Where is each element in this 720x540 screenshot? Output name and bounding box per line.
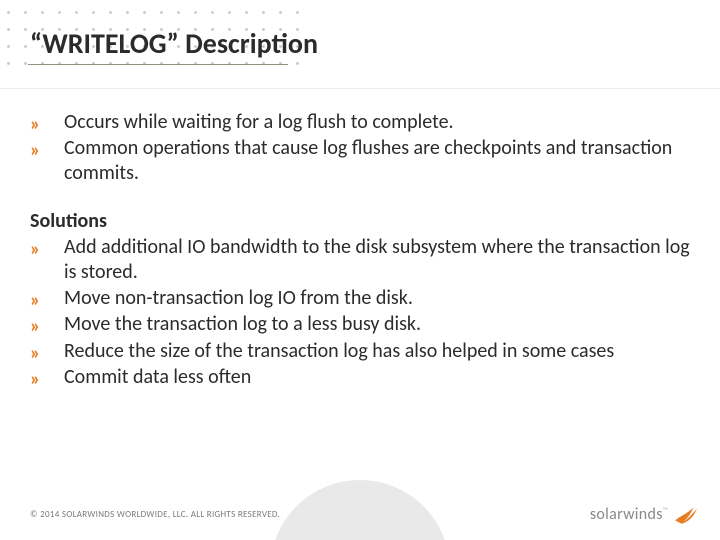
list-item: » Move the transaction log to a less bus… — [30, 312, 690, 336]
list-item-text: Commit data less often — [64, 365, 251, 389]
chevron-icon: » — [30, 238, 50, 258]
list-item: » Move non-transaction log IO from the d… — [30, 286, 690, 310]
list-item: » Occurs while waiting for a log flush t… — [30, 110, 690, 134]
brand-wordmark: solarwinds™ — [590, 505, 668, 524]
chevron-icon: » — [30, 113, 50, 133]
chevron-icon: » — [30, 315, 50, 335]
list-item-text: Add additional IO bandwidth to the disk … — [64, 235, 690, 283]
chevron-icon: » — [30, 139, 50, 159]
flame-icon — [672, 502, 698, 526]
brand-text: solarwinds — [590, 505, 663, 524]
solutions-section: Solutions » Add additional IO bandwidth … — [30, 209, 690, 389]
section-heading: Solutions — [30, 209, 690, 233]
decor-arc — [270, 480, 450, 540]
list-item-text: Move non-transaction log IO from the dis… — [64, 286, 413, 310]
page-title: “WRITELOG” Description — [30, 26, 690, 61]
solutions-list: » Add additional IO bandwidth to the dis… — [30, 235, 690, 389]
brand-logo: solarwinds™ — [590, 502, 698, 526]
chevron-icon: » — [30, 289, 50, 309]
list-item-text: Reduce the size of the transaction log h… — [64, 339, 614, 363]
content: » Occurs while waiting for a log flush t… — [30, 110, 690, 392]
list-item: » Reduce the size of the transaction log… — [30, 339, 690, 363]
list-item: » Common operations that cause log flush… — [30, 136, 690, 185]
list-item-text: Common operations that cause log flushes… — [64, 136, 672, 184]
list-item-text: Move the transaction log to a less busy … — [64, 312, 421, 336]
list-item: » Commit data less often — [30, 365, 690, 389]
divider — [0, 88, 720, 89]
description-list: » Occurs while waiting for a log flush t… — [30, 110, 690, 185]
title-underline — [28, 64, 288, 65]
chevron-icon: » — [30, 368, 50, 388]
list-item-text: Occurs while waiting for a log flush to … — [64, 110, 454, 134]
slide: “WRITELOG” Description » Occurs while wa… — [0, 0, 720, 540]
trademark-symbol: ™ — [663, 505, 668, 514]
copyright: © 2014 SOLARWINDS WORLDWIDE, LLC. ALL RI… — [30, 509, 280, 520]
chevron-icon: » — [30, 342, 50, 362]
list-item: » Add additional IO bandwidth to the dis… — [30, 235, 690, 284]
